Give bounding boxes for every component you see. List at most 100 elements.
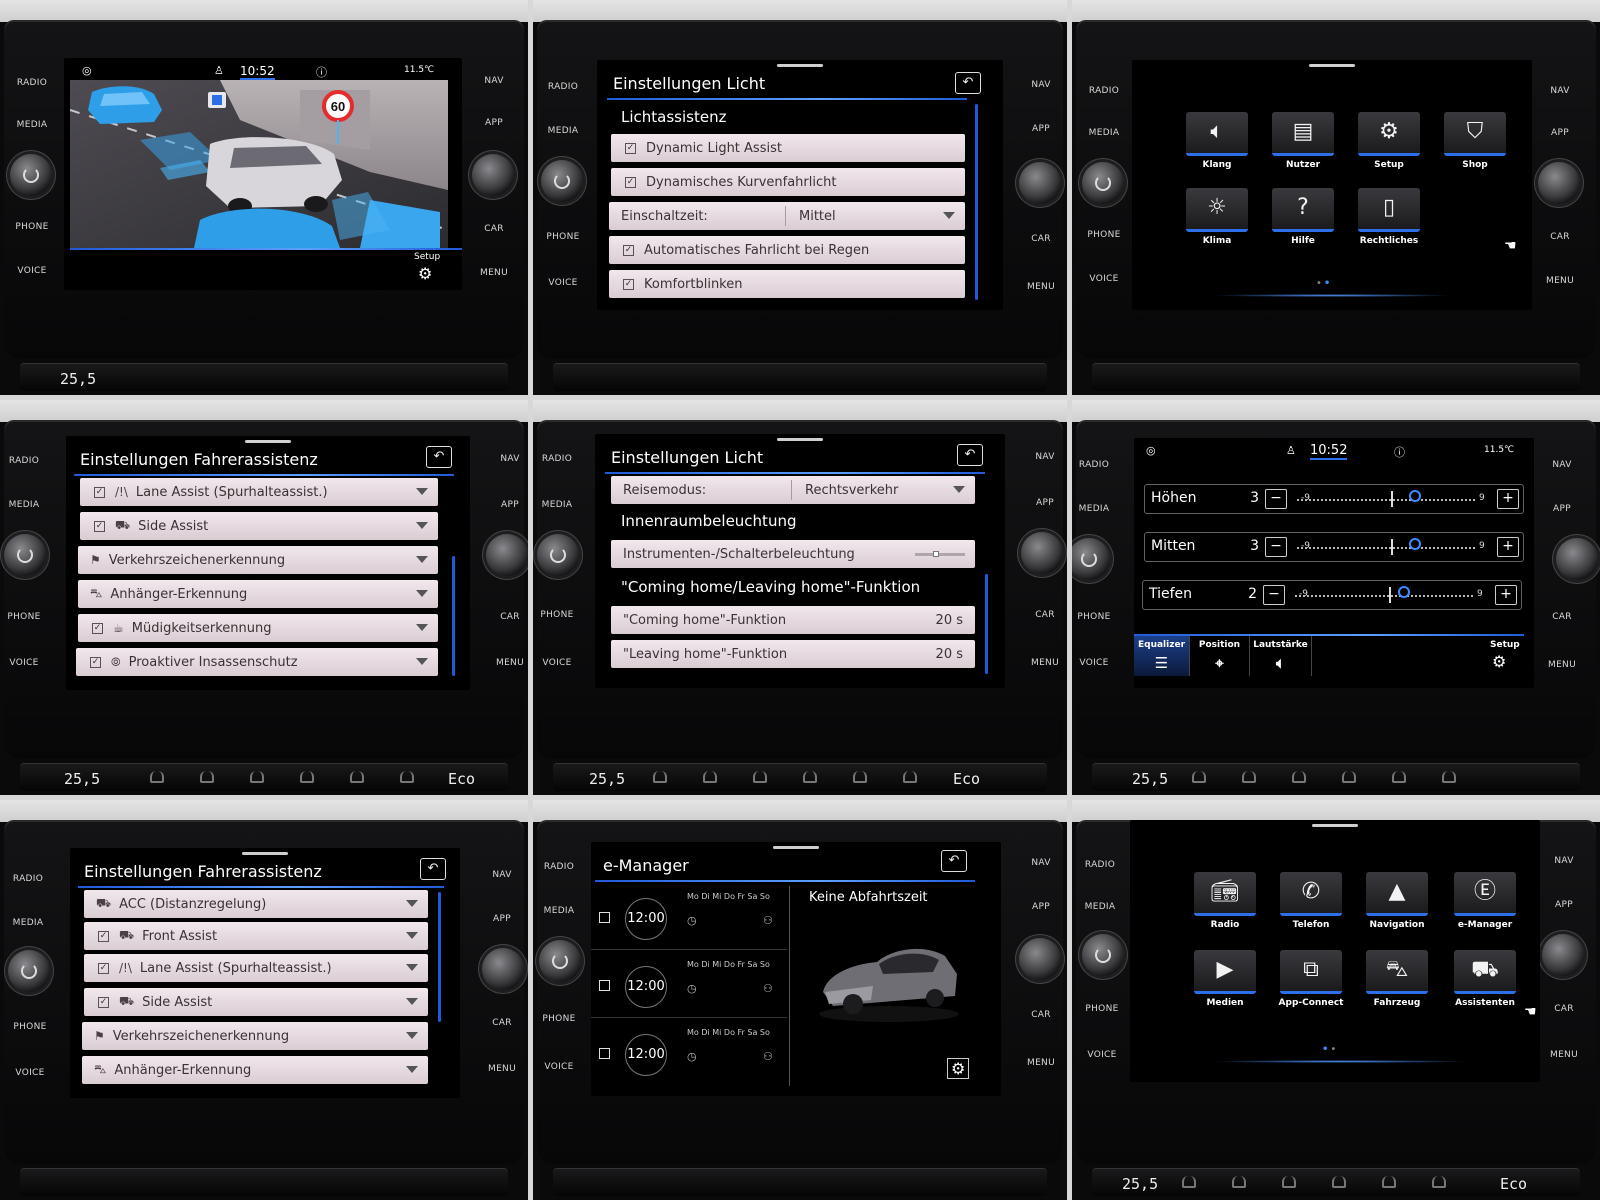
- menu-button[interactable]: MENU: [1540, 660, 1584, 670]
- timer-row[interactable]: 12:00 Mo Di Mi Do Fr Sa So ◷ ⚇: [591, 886, 787, 950]
- phone-button[interactable]: PHONE: [1072, 612, 1116, 622]
- list-item[interactable]: ✓/!\ Lane Assist (Spurhalteassist.): [80, 478, 438, 506]
- timer-row[interactable]: 12:00 Mo Di Mi Do Fr Sa So ◷ ⚇: [591, 954, 787, 1018]
- checkbox[interactable]: ✓: [623, 278, 634, 290]
- tune-knob[interactable]: [1019, 938, 1061, 980]
- tile-radio[interactable]: 📻︎ Radio: [1194, 872, 1256, 930]
- list-item[interactable]: ✓ ⦾ Proaktiver Insassenschutz: [76, 648, 438, 676]
- tile-navigation[interactable]: ▲ Navigation: [1366, 872, 1428, 930]
- checkbox[interactable]: ✓: [94, 486, 105, 498]
- phone-button[interactable]: PHONE: [541, 232, 585, 242]
- media-button[interactable]: MEDIA: [535, 500, 579, 510]
- tab-lautstaerke[interactable]: Lautstärke 🔈︎: [1250, 636, 1312, 676]
- list-item[interactable]: ⚑ Verkehrszeichenerkennung: [82, 1022, 428, 1050]
- list-item[interactable]: ⛍ Anhänger-Erkennung: [78, 580, 438, 608]
- list-item[interactable]: ⛍ Anhänger-Erkennung: [82, 1056, 428, 1084]
- chevron-down-icon[interactable]: [406, 900, 418, 907]
- coming-home-row[interactable]: "Coming home"-Funktion 20 s: [611, 606, 975, 634]
- eq-minus-button[interactable]: −: [1265, 537, 1287, 557]
- leaving-home-row[interactable]: "Leaving home"-Funktion 20 s: [611, 640, 975, 668]
- gear-icon[interactable]: ⚙: [418, 264, 432, 283]
- voice-button[interactable]: VOICE: [2, 658, 46, 668]
- chevron-down-icon[interactable]: [416, 522, 428, 529]
- checkbox[interactable]: ✓: [92, 622, 103, 634]
- tile-klima[interactable]: ☼ Klima: [1186, 188, 1248, 246]
- chevron-down-icon[interactable]: [406, 932, 418, 939]
- setup-label[interactable]: Setup: [414, 252, 440, 262]
- menu-button[interactable]: MENU: [1538, 276, 1582, 286]
- eq-minus-button[interactable]: −: [1265, 489, 1287, 509]
- radio-button[interactable]: RADIO: [10, 78, 54, 88]
- nav-button[interactable]: NAV: [1538, 86, 1582, 96]
- car-button[interactable]: CAR: [1540, 612, 1584, 622]
- media-button[interactable]: MEDIA: [1072, 504, 1116, 514]
- voice-button[interactable]: VOICE: [1080, 1050, 1124, 1060]
- nav-button[interactable]: NAV: [472, 76, 516, 86]
- scrollbar[interactable]: [438, 892, 441, 1022]
- media-button[interactable]: MEDIA: [1082, 128, 1126, 138]
- nav-button[interactable]: NAV: [1023, 452, 1067, 462]
- checkbox[interactable]: ✓: [625, 142, 636, 154]
- eco-label[interactable]: Eco: [953, 770, 980, 788]
- media-button[interactable]: MEDIA: [537, 906, 581, 916]
- tile-klang[interactable]: 🔈︎ Klang: [1186, 112, 1248, 170]
- timer-checkbox[interactable]: [599, 980, 610, 991]
- media-button[interactable]: MEDIA: [10, 120, 54, 130]
- list-item[interactable]: ✓ Automatisches Fahrlicht bei Regen: [609, 236, 965, 264]
- app-button[interactable]: APP: [488, 500, 528, 510]
- volume-knob[interactable]: [539, 940, 581, 982]
- nav-button[interactable]: NAV: [1019, 80, 1063, 90]
- chevron-down-icon[interactable]: [416, 658, 428, 665]
- chevron-down-icon[interactable]: [416, 590, 428, 597]
- list-item[interactable]: ✓/!\ Lane Assist (Spurhalteassist.): [84, 954, 428, 982]
- checkbox[interactable]: ✓: [623, 244, 634, 256]
- list-item[interactable]: ✓ Dynamic Light Assist: [611, 134, 965, 162]
- radio-button[interactable]: RADIO: [1078, 860, 1122, 870]
- app-button[interactable]: APP: [1023, 498, 1067, 508]
- app-button[interactable]: APP: [480, 914, 524, 924]
- radio-button[interactable]: RADIO: [1082, 86, 1126, 96]
- eco-label[interactable]: Eco: [1500, 1175, 1527, 1193]
- tile-e-manager[interactable]: Ⓔe-Manager: [1454, 872, 1516, 930]
- timer-time[interactable]: 12:00: [625, 966, 667, 1008]
- scrollbar[interactable]: [975, 104, 978, 300]
- phone-button[interactable]: PHONE: [8, 1022, 52, 1032]
- menu-button[interactable]: MENU: [472, 268, 516, 278]
- radio-button[interactable]: RADIO: [541, 82, 585, 92]
- radio-button[interactable]: RADIO: [1072, 460, 1116, 470]
- radio-button[interactable]: RADIO: [2, 456, 46, 466]
- eq-plus-button[interactable]: +: [1497, 537, 1519, 557]
- volume-knob[interactable]: [10, 154, 52, 196]
- tune-knob[interactable]: [482, 948, 524, 990]
- phone-button[interactable]: PHONE: [2, 612, 46, 622]
- menu-button[interactable]: MENU: [1542, 1050, 1586, 1060]
- car-button[interactable]: CAR: [480, 1018, 524, 1028]
- timer-checkbox[interactable]: [599, 1048, 610, 1059]
- timer-checkbox[interactable]: [599, 912, 610, 923]
- eq-thumb[interactable]: [1409, 538, 1421, 550]
- eq-thumb[interactable]: [1398, 586, 1410, 598]
- voice-button[interactable]: VOICE: [1082, 274, 1126, 284]
- volume-knob[interactable]: [1082, 162, 1124, 204]
- phone-button[interactable]: PHONE: [537, 1014, 581, 1024]
- back-button[interactable]: ↶: [955, 72, 981, 94]
- tune-knob[interactable]: [1542, 934, 1584, 976]
- chevron-down-icon[interactable]: [406, 998, 418, 1005]
- chevron-down-icon[interactable]: [416, 624, 428, 631]
- volume-knob[interactable]: [1082, 934, 1124, 976]
- chevron-down-icon[interactable]: [406, 1066, 418, 1073]
- volume-knob[interactable]: [541, 160, 583, 202]
- app-button[interactable]: APP: [1019, 124, 1063, 134]
- phone-button[interactable]: PHONE: [535, 610, 579, 620]
- checkbox[interactable]: ✓: [90, 656, 101, 668]
- menu-button[interactable]: MENU: [1019, 282, 1063, 292]
- tile-app-connect[interactable]: ⧉ App-Connect: [1279, 950, 1343, 1008]
- list-item[interactable]: ✓ ⛟ Side Assist: [80, 512, 438, 540]
- eq-slider-track[interactable]: [1295, 595, 1473, 597]
- back-button[interactable]: ↶: [957, 444, 983, 466]
- media-button[interactable]: MEDIA: [541, 126, 585, 136]
- timer-time[interactable]: 12:00: [625, 1034, 667, 1076]
- tile-hilfe[interactable]: ? Hilfe: [1272, 188, 1334, 246]
- travel-mode-select[interactable]: Reisemodus: Rechtsverkehr: [611, 476, 975, 504]
- menu-button[interactable]: MENU: [1023, 658, 1067, 668]
